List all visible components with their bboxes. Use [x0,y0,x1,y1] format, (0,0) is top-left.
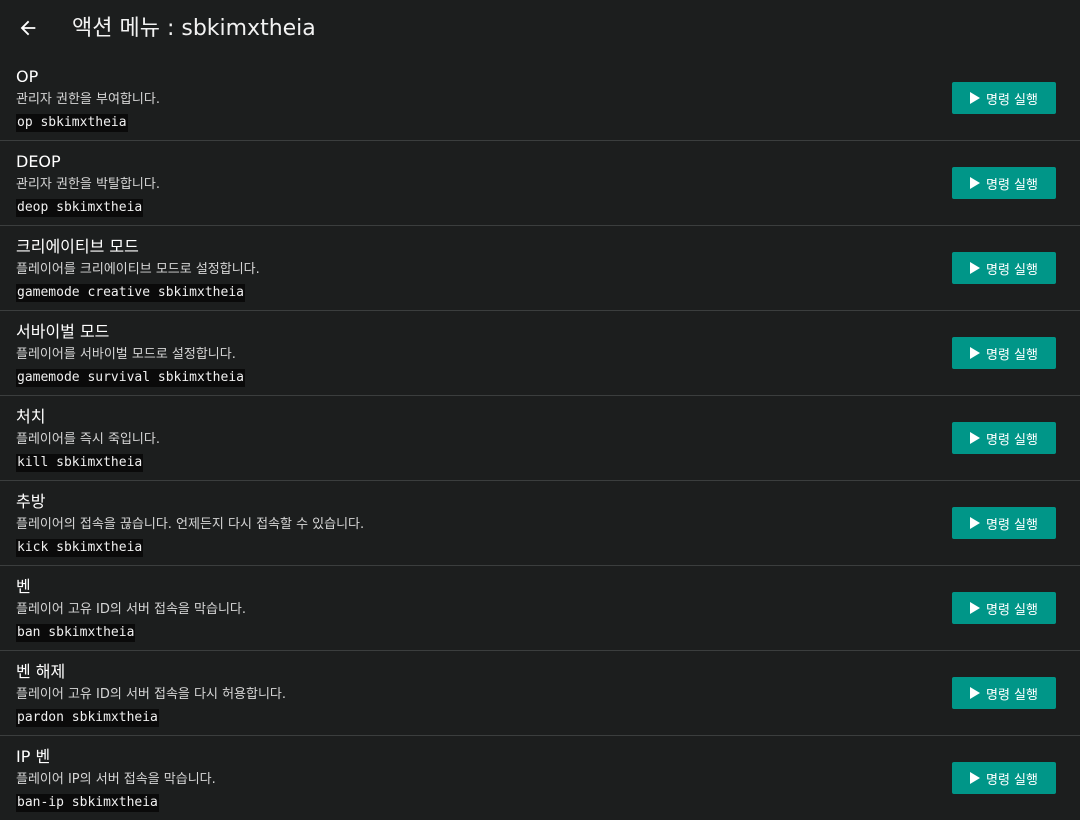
action-list: OP 관리자 권한을 부여합니다. op sbkimxtheia 명령 실행 D… [0,56,1080,820]
play-icon [970,602,980,614]
action-row-op: OP 관리자 권한을 부여합니다. op sbkimxtheia 명령 실행 [0,56,1080,141]
run-command-label: 명령 실행 [986,177,1038,193]
run-command-label: 명령 실행 [986,602,1038,618]
action-title: IP 벤 [16,747,51,766]
action-row-kill: 처치 플레이어를 즉시 죽입니다. kill sbkimxtheia 명령 실행 [0,396,1080,481]
action-command: ban-ip sbkimxtheia [16,794,159,812]
action-description: 플레이어의 접속을 끊습니다. 언제든지 다시 접속할 수 있습니다. [16,517,365,532]
play-icon [970,432,980,444]
action-row-survival: 서바이벌 모드 플레이어를 서바이벌 모드로 설정합니다. gamemode s… [0,311,1080,396]
action-command: gamemode survival sbkimxtheia [16,369,245,387]
play-icon [970,262,980,274]
action-command: kill sbkimxtheia [16,454,144,472]
action-description: 플레이어 IP의 서버 접속을 막습니다. [16,772,216,787]
run-command-label: 명령 실행 [986,347,1038,363]
action-command: kick sbkimxtheia [16,539,144,557]
run-command-button[interactable]: 명령 실행 [952,762,1056,794]
action-description: 관리자 권한을 부여합니다. [16,92,160,107]
action-command: gamemode creative sbkimxtheia [16,284,245,302]
action-description: 플레이어를 즉시 죽입니다. [16,432,160,447]
page-title: 액션 메뉴 : sbkimxtheia [72,16,316,41]
run-command-button[interactable]: 명령 실행 [952,167,1056,199]
action-description: 플레이어를 크리에이티브 모드로 설정합니다. [16,262,260,277]
action-row-deop: DEOP 관리자 권한을 박탈합니다. deop sbkimxtheia 명령 … [0,141,1080,226]
action-row-pardon: 벤 해제 플레이어 고유 ID의 서버 접속을 다시 허용합니다. pardon… [0,651,1080,736]
run-command-button[interactable]: 명령 실행 [952,82,1056,114]
action-description: 플레이어를 서바이벌 모드로 설정합니다. [16,347,236,362]
play-icon [970,347,980,359]
action-row-kick: 추방 플레이어의 접속을 끊습니다. 언제든지 다시 접속할 수 있습니다. k… [0,481,1080,566]
action-command: op sbkimxtheia [16,114,128,132]
play-icon [970,92,980,104]
run-command-button[interactable]: 명령 실행 [952,337,1056,369]
action-row-ban-ip: IP 벤 플레이어 IP의 서버 접속을 막습니다. ban-ip sbkimx… [0,736,1080,820]
action-title: 서바이벌 모드 [16,322,110,341]
run-command-label: 명령 실행 [986,92,1038,108]
action-title: 벤 해제 [16,662,66,681]
action-title: 처치 [16,407,46,426]
action-title: 벤 [16,577,31,596]
run-command-button[interactable]: 명령 실행 [952,507,1056,539]
play-icon [970,517,980,529]
run-command-button[interactable]: 명령 실행 [952,592,1056,624]
play-icon [970,772,980,784]
back-button[interactable] [10,10,46,46]
run-command-label: 명령 실행 [986,262,1038,278]
run-command-button[interactable]: 명령 실행 [952,677,1056,709]
run-command-button[interactable]: 명령 실행 [952,252,1056,284]
run-command-label: 명령 실행 [986,687,1038,703]
action-row-creative: 크리에이티브 모드 플레이어를 크리에이티브 모드로 설정합니다. gamemo… [0,226,1080,311]
play-icon [970,177,980,189]
action-description: 플레이어 고유 ID의 서버 접속을 막습니다. [16,602,246,617]
run-command-label: 명령 실행 [986,432,1038,448]
action-command: ban sbkimxtheia [16,624,136,642]
action-description: 플레이어 고유 ID의 서버 접속을 다시 허용합니다. [16,687,287,702]
action-description: 관리자 권한을 박탈합니다. [16,177,160,192]
top-app-bar: 액션 메뉴 : sbkimxtheia [0,0,1080,58]
arrow-left-icon [20,20,36,36]
action-command: deop sbkimxtheia [16,199,144,217]
action-title: DEOP [16,152,61,171]
action-title: OP [16,67,39,86]
run-command-label: 명령 실행 [986,772,1038,788]
action-title: 크리에이티브 모드 [16,237,139,256]
run-command-label: 명령 실행 [986,517,1038,533]
play-icon [970,687,980,699]
action-title: 추방 [16,492,46,511]
run-command-button[interactable]: 명령 실행 [952,422,1056,454]
action-row-ban: 벤 플레이어 고유 ID의 서버 접속을 막습니다. ban sbkimxthe… [0,566,1080,651]
action-command: pardon sbkimxtheia [16,709,159,727]
